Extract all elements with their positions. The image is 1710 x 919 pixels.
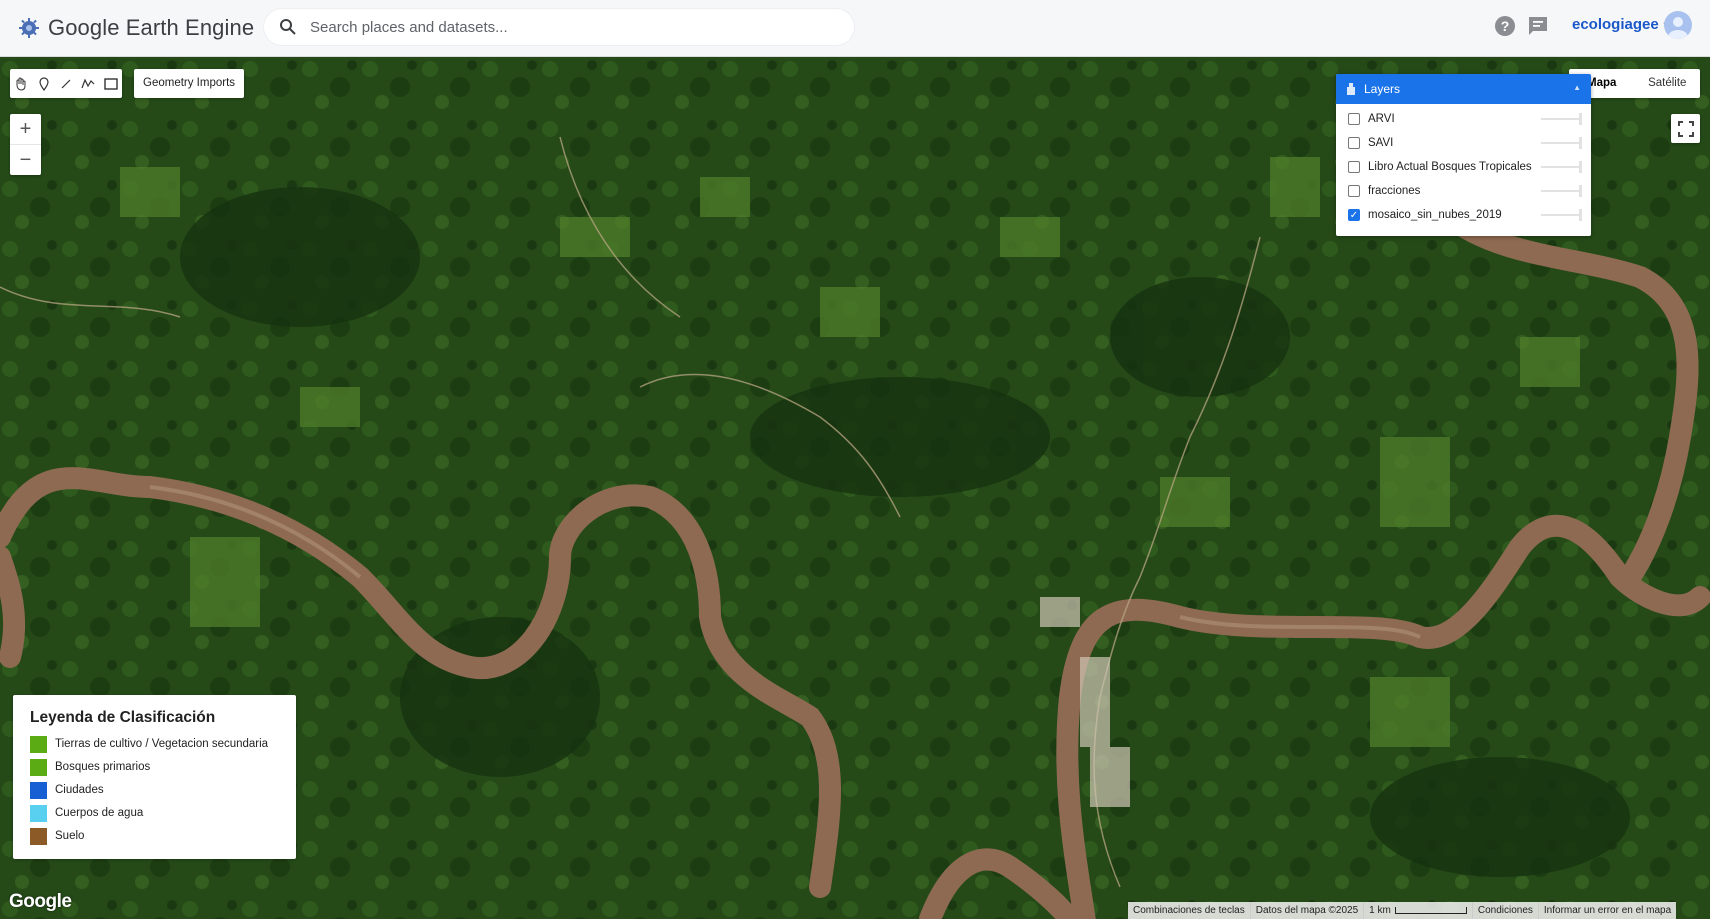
user-avatar-icon bbox=[1668, 17, 1688, 39]
legend-swatch bbox=[30, 781, 47, 799]
layer-checkbox[interactable] bbox=[1348, 113, 1360, 125]
layers-panel: Layers ▲ ARVI SAVI Libro Actual Bosques … bbox=[1336, 74, 1591, 236]
layers-icon bbox=[1347, 83, 1355, 95]
app-title: Google Earth Engine bbox=[48, 15, 255, 40]
layer-row-mosaico[interactable]: ✓ mosaico_sin_nubes_2019 bbox=[1336, 203, 1591, 227]
layer-row-savi[interactable]: SAVI bbox=[1336, 131, 1591, 155]
layer-checkbox[interactable] bbox=[1348, 185, 1360, 197]
google-logo: Google bbox=[9, 891, 72, 912]
scale-label: 1 km bbox=[1369, 905, 1391, 916]
help-icon[interactable]: ? bbox=[1494, 15, 1516, 37]
keyboard-shortcuts-link[interactable]: Combinaciones de teclas bbox=[1128, 902, 1250, 919]
avatar[interactable] bbox=[1664, 11, 1692, 39]
legend-swatch bbox=[30, 804, 47, 822]
scale-indicator[interactable]: 1 km bbox=[1363, 902, 1472, 919]
legend-item: Tierras de cultivo / Vegetacion secundar… bbox=[30, 735, 268, 753]
legend-label: Tierras de cultivo / Vegetacion secundar… bbox=[55, 738, 269, 750]
layer-checkbox[interactable] bbox=[1348, 161, 1360, 173]
legend-title: Leyenda de Clasificación bbox=[30, 709, 216, 726]
layer-name: Libro Actual Bosques Tropicales bbox=[1368, 161, 1532, 173]
legend-swatch bbox=[30, 758, 47, 776]
polygon-icon[interactable] bbox=[77, 69, 99, 98]
geometry-imports-button[interactable]: Geometry Imports bbox=[134, 69, 245, 98]
drawing-tools bbox=[10, 69, 122, 98]
legend-item: Suelo bbox=[30, 827, 84, 845]
app-logo[interactable]: Google Earth Engine bbox=[18, 12, 254, 44]
opacity-slider[interactable] bbox=[1541, 209, 1582, 221]
layer-row-arvi[interactable]: ARVI bbox=[1336, 107, 1591, 131]
map-type-satellite-button[interactable]: Satélite bbox=[1635, 69, 1701, 98]
report-error-link[interactable]: Informar un error en el mapa bbox=[1537, 902, 1676, 919]
layers-list: ARVI SAVI Libro Actual Bosques Tropicale… bbox=[1336, 104, 1591, 227]
legend-label: Bosques primarios bbox=[55, 761, 151, 773]
legend-item: Cuerpos de agua bbox=[30, 804, 143, 822]
layers-title: Layers bbox=[1364, 82, 1401, 96]
layer-name: mosaico_sin_nubes_2019 bbox=[1368, 209, 1502, 221]
terms-link[interactable]: Condiciones bbox=[1471, 902, 1538, 919]
opacity-slider[interactable] bbox=[1541, 185, 1582, 197]
rectangle-icon[interactable] bbox=[100, 69, 122, 98]
point-marker-icon[interactable] bbox=[32, 69, 54, 98]
scale-bar bbox=[1394, 906, 1467, 914]
pan-hand-icon[interactable] bbox=[10, 69, 32, 98]
legend-swatch bbox=[30, 827, 47, 845]
account-name: ecologiagee bbox=[1572, 16, 1659, 33]
legend-item: Bosques primarios bbox=[30, 758, 150, 776]
layer-checkbox-checked[interactable]: ✓ bbox=[1348, 209, 1360, 221]
layer-name: fracciones bbox=[1368, 185, 1421, 197]
opacity-slider[interactable] bbox=[1541, 113, 1582, 125]
line-icon[interactable] bbox=[55, 69, 77, 98]
zoom-in-button[interactable]: + bbox=[10, 114, 41, 144]
fullscreen-button[interactable] bbox=[1671, 114, 1700, 143]
layer-name: ARVI bbox=[1368, 113, 1395, 125]
top-bar: Google Earth Engine ? ecologiagee ▼ bbox=[0, 0, 1710, 57]
map-data-label: Datos del mapa ©2025 bbox=[1249, 902, 1363, 919]
opacity-slider[interactable] bbox=[1541, 161, 1582, 173]
opacity-slider[interactable] bbox=[1541, 137, 1582, 149]
search-input[interactable] bbox=[308, 17, 832, 37]
legend-label: Suelo bbox=[55, 830, 85, 842]
legend-swatch bbox=[30, 735, 47, 753]
layer-name: SAVI bbox=[1368, 137, 1394, 149]
earth-engine-logo-icon bbox=[19, 18, 39, 38]
legend-label: Ciudades bbox=[55, 784, 104, 796]
map-attribution: Combinaciones de teclas Datos del mapa ©… bbox=[1128, 902, 1677, 919]
search-icon bbox=[280, 19, 296, 35]
classification-legend: Leyenda de Clasificación Tierras de cult… bbox=[13, 695, 296, 859]
layers-header[interactable]: Layers ▲ bbox=[1336, 74, 1591, 104]
search-bar[interactable] bbox=[264, 9, 854, 45]
collapse-icon[interactable]: ▲ bbox=[1573, 83, 1581, 92]
layer-checkbox[interactable] bbox=[1348, 137, 1360, 149]
layer-row-libro-actual[interactable]: Libro Actual Bosques Tropicales bbox=[1336, 155, 1591, 179]
svg-text:?: ? bbox=[1501, 18, 1510, 34]
zoom-out-button[interactable]: − bbox=[10, 145, 41, 175]
layer-row-fracciones[interactable]: fracciones bbox=[1336, 179, 1591, 203]
fullscreen-icon bbox=[1677, 120, 1694, 137]
legend-item: Ciudades bbox=[30, 781, 104, 799]
feedback-icon[interactable] bbox=[1527, 15, 1549, 37]
legend-label: Cuerpos de agua bbox=[55, 807, 144, 819]
zoom-control: + − bbox=[10, 114, 41, 175]
account-menu[interactable]: ecologiagee ▼ bbox=[1572, 16, 1671, 33]
